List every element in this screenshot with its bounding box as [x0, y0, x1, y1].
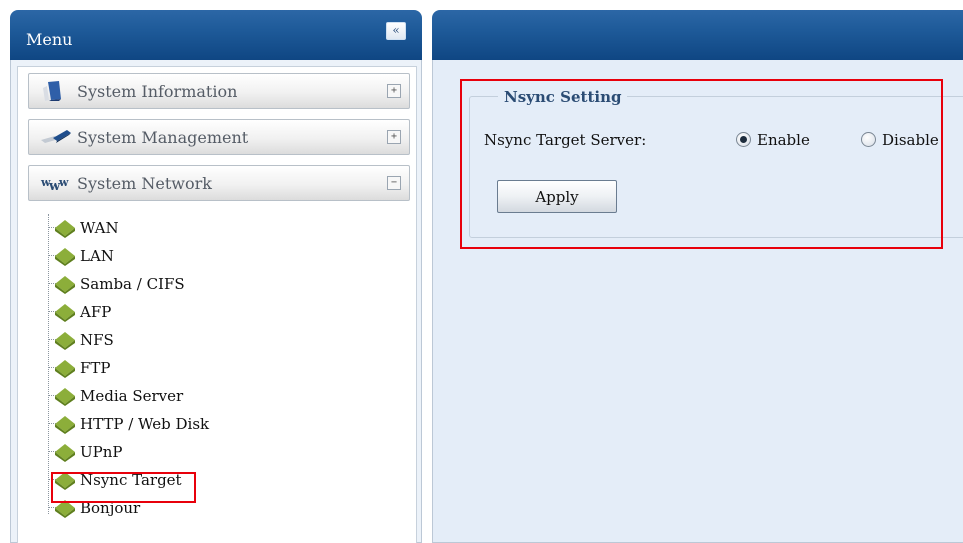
leaf-icon: [55, 416, 75, 434]
tree-item-label: UPnP: [80, 443, 123, 461]
tree-item-ftp[interactable]: FTP: [48, 354, 348, 382]
tree-item-label: WAN: [80, 219, 119, 237]
section-system-information[interactable]: System Information +: [28, 73, 410, 109]
tree-item-http-web-disk[interactable]: HTTP / Web Disk: [48, 410, 348, 438]
tree-item-upnp[interactable]: UPnP: [48, 438, 348, 466]
leaf-icon: [55, 276, 75, 294]
system-information-icon: [43, 81, 61, 101]
tree-item-label: Samba / CIFS: [80, 275, 185, 293]
section-system-network[interactable]: w w w System Network −: [28, 165, 410, 201]
section-system-management[interactable]: System Management +: [28, 119, 410, 155]
expand-icon[interactable]: +: [387, 84, 401, 98]
svg-text:w: w: [58, 176, 69, 189]
menu-header: Menu «: [10, 10, 422, 60]
collapse-icon[interactable]: −: [387, 176, 401, 190]
tree-item-wan[interactable]: WAN: [48, 214, 348, 242]
tree-item-nfs[interactable]: NFS: [48, 326, 348, 354]
menu-title: Menu: [26, 30, 73, 49]
leaf-icon: [55, 332, 75, 350]
tree-item-label: FTP: [80, 359, 111, 377]
leaf-icon: [55, 304, 75, 322]
leaf-icon: [55, 248, 75, 266]
tree-item-afp[interactable]: AFP: [48, 298, 348, 326]
selection-highlight-box: [51, 472, 196, 503]
leaf-icon: [55, 220, 75, 238]
section-label: System Information: [77, 82, 238, 101]
tree-item-label: NFS: [80, 331, 114, 349]
tree-item-samba-cifs[interactable]: Samba / CIFS: [48, 270, 348, 298]
leaf-icon: [55, 360, 75, 378]
tree-item-lan[interactable]: LAN: [48, 242, 348, 270]
section-label: System Management: [77, 128, 249, 147]
tree-item-label: HTTP / Web Disk: [80, 415, 210, 433]
section-label: System Network: [77, 174, 212, 193]
tree-item-label: AFP: [80, 303, 112, 321]
tree-item-media-server[interactable]: Media Server: [48, 382, 348, 410]
settings-highlight-box: [460, 79, 943, 249]
leaf-icon: [55, 444, 75, 462]
tree-item-label: Media Server: [80, 387, 184, 405]
tree-item-label: LAN: [80, 247, 114, 265]
main-header: [432, 10, 963, 60]
system-network-icon: w w w: [40, 176, 69, 194]
system-management-icon: [41, 130, 71, 143]
expand-icon[interactable]: +: [387, 130, 401, 144]
collapse-menu-button[interactable]: «: [386, 22, 406, 40]
menu-panel: Menu « System Information + System Manag…: [10, 10, 422, 543]
leaf-icon: [55, 388, 75, 406]
